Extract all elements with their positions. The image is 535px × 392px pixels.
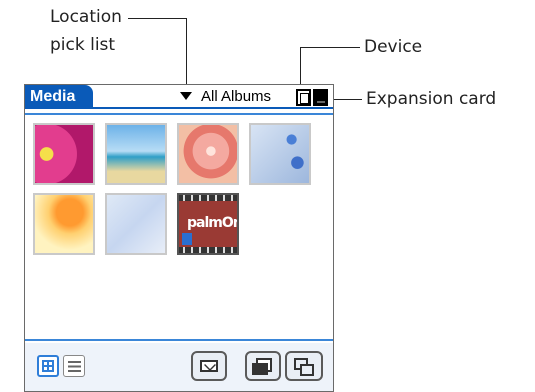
- thumbnail-abstract-blue[interactable]: [105, 193, 167, 255]
- command-bar: [25, 343, 333, 391]
- callout-location-line2: pick list: [50, 35, 116, 55]
- palmone-logo: palmOne: [187, 215, 237, 231]
- callout-leader-location-h: [128, 18, 186, 19]
- copy-to-card-icon[interactable]: [245, 351, 281, 381]
- thumbnail-rose[interactable]: [177, 123, 239, 185]
- video-icon: [182, 233, 192, 245]
- thumbnail-pink-flower[interactable]: [33, 123, 95, 185]
- device-location-icon[interactable]: [296, 89, 311, 106]
- film-strip-top: [179, 195, 237, 201]
- mail-icon[interactable]: [191, 351, 227, 381]
- location-pick-list-value: All Albums: [201, 88, 272, 105]
- thumbnail-orange-flower[interactable]: [33, 193, 95, 255]
- title-underline: [25, 107, 333, 109]
- callout-expansion-card: Expansion card: [366, 89, 497, 109]
- callout-leader-device-v: [300, 47, 301, 87]
- top-divider: [25, 113, 333, 115]
- callout-device: Device: [364, 37, 423, 57]
- thumbnail-palm-beach[interactable]: [105, 123, 167, 185]
- film-strip-bottom: [179, 247, 237, 253]
- title-bar: Media All Albums: [25, 85, 333, 109]
- app-title[interactable]: Media: [25, 85, 93, 109]
- callout-leader-location-v: [186, 18, 187, 88]
- dropdown-triangle-icon: [180, 92, 192, 101]
- expansion-card-icon[interactable]: [313, 89, 328, 106]
- thumbnail-palmone-video[interactable]: palmOne: [177, 193, 239, 255]
- bottom-divider: [25, 339, 333, 341]
- callout-location-pick-list: Location pick list: [50, 6, 122, 56]
- list-view-icon[interactable]: [63, 355, 85, 377]
- thumbnail-blue-bubbles[interactable]: [249, 123, 311, 185]
- grid-view-icon[interactable]: [37, 355, 59, 377]
- callout-leader-card: [330, 99, 362, 100]
- media-app-screen: Media All Albums palmOne: [24, 84, 334, 392]
- slideshow-icon[interactable]: [285, 351, 323, 381]
- location-pick-list[interactable]: All Albums: [180, 87, 292, 107]
- callout-location-line1: Location: [50, 7, 122, 27]
- callout-leader-device-h: [300, 47, 360, 48]
